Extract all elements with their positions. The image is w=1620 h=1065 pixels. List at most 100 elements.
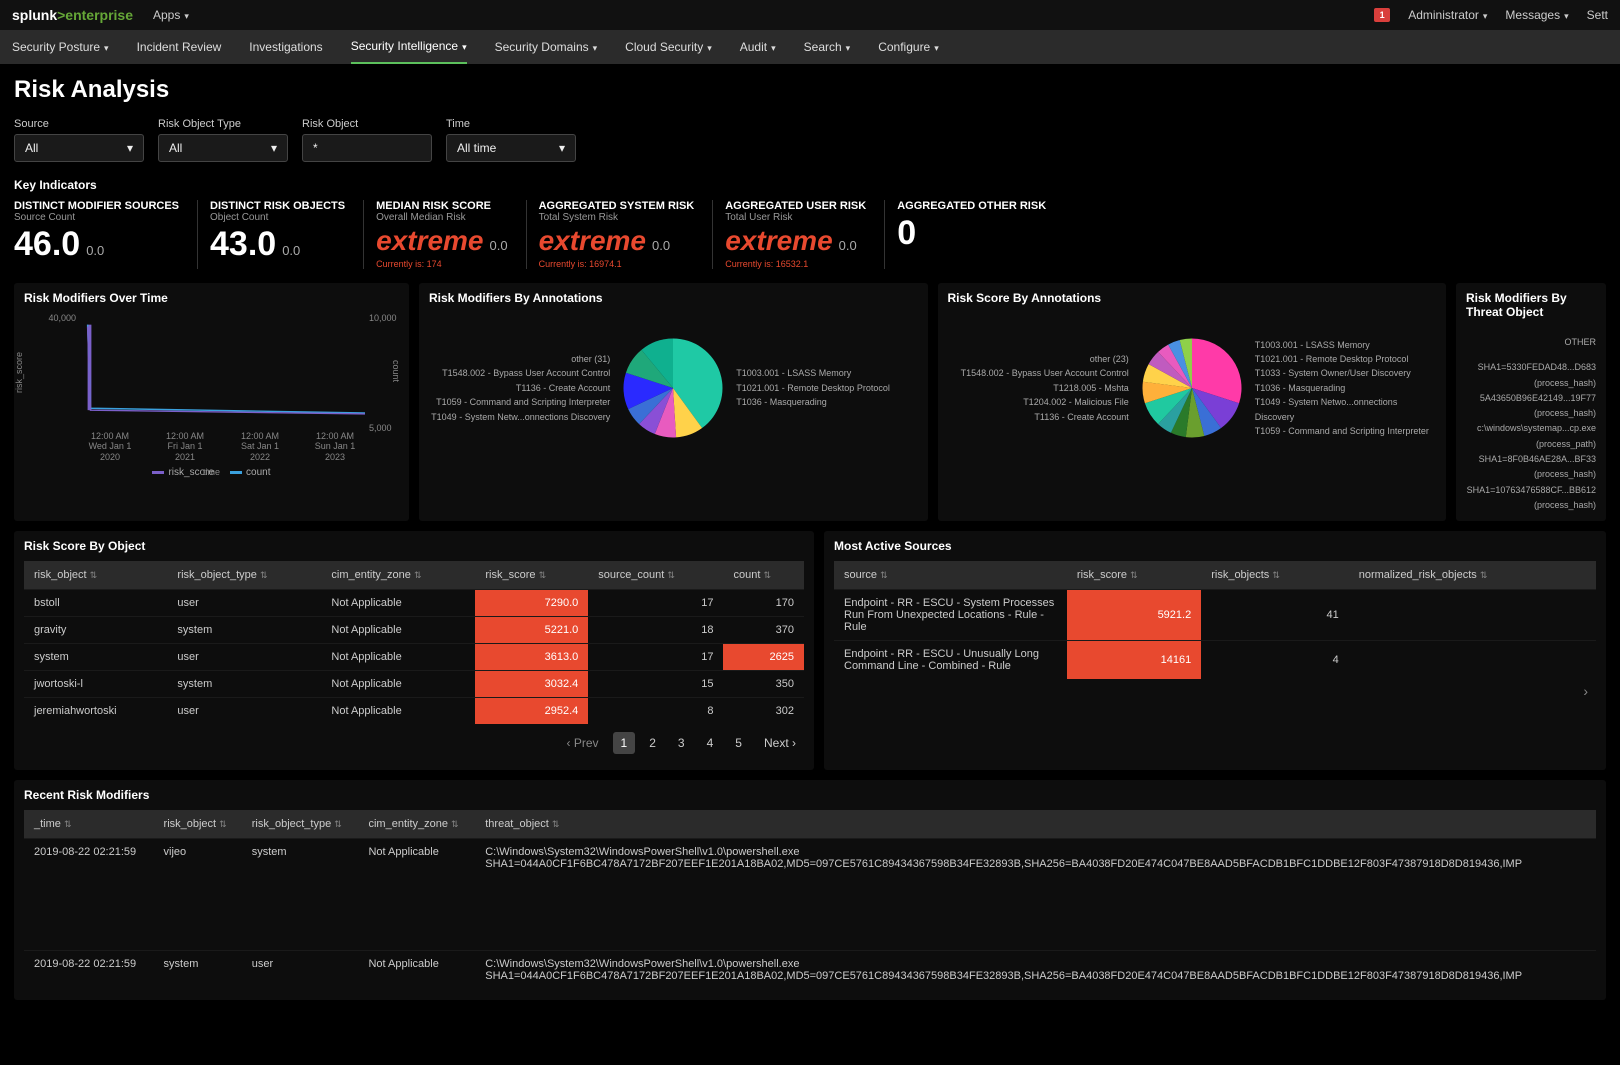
pagination: ‹ Prev 12345 Next › bbox=[24, 724, 804, 762]
logo: splunk>enterprise bbox=[12, 7, 133, 23]
panel-most-active: Most Active Sources source risk_score ri… bbox=[824, 531, 1606, 770]
recent-risk-modifiers-table[interactable]: _time risk_object risk_object_type cim_e… bbox=[24, 810, 1596, 992]
prev-button[interactable]: ‹ Prev bbox=[559, 732, 607, 754]
most-active-table[interactable]: source risk_score risk_objects normalize… bbox=[834, 561, 1596, 679]
column-header[interactable]: _time bbox=[24, 810, 154, 839]
sort-icon[interactable] bbox=[880, 569, 888, 581]
table-row[interactable]: gravitysystemNot Applicable5221.018370 bbox=[24, 617, 804, 644]
alert-badge[interactable]: 1 bbox=[1374, 8, 1390, 22]
nav-incident-review[interactable]: Incident Review bbox=[137, 31, 222, 63]
column-header[interactable]: source bbox=[834, 561, 1067, 590]
threat-item: SHA1=5330FEDAD48...D683 (process_hash) bbox=[1466, 360, 1596, 391]
sort-icon[interactable] bbox=[451, 818, 459, 830]
panel-title: Recent Risk Modifiers bbox=[24, 788, 1596, 802]
nav-bar: Security Posture Incident Review Investiga… bbox=[0, 30, 1620, 64]
sort-icon[interactable] bbox=[1272, 569, 1280, 581]
filter-time-dropdown[interactable]: All time▾ bbox=[446, 134, 576, 162]
sort-icon[interactable] bbox=[667, 569, 675, 581]
administrator-menu[interactable]: Administrator bbox=[1408, 8, 1487, 22]
table-row[interactable]: Endpoint - RR - ESCU - Unusually Long Co… bbox=[834, 641, 1596, 680]
pie-label: T1059 - Command and Scripting Interprete… bbox=[1255, 424, 1436, 438]
x-axis-label: time bbox=[203, 467, 220, 477]
nav-audit[interactable]: Audit bbox=[740, 31, 776, 63]
column-header[interactable]: threat_object bbox=[475, 810, 1596, 839]
sort-icon[interactable] bbox=[64, 818, 72, 830]
page-1[interactable]: 1 bbox=[613, 732, 636, 754]
panel-title: Risk Modifiers Over Time bbox=[24, 291, 399, 305]
settings-menu[interactable]: Sett bbox=[1587, 8, 1608, 22]
sort-icon[interactable] bbox=[1480, 569, 1488, 581]
page-3[interactable]: 3 bbox=[670, 732, 693, 754]
messages-menu[interactable]: Messages bbox=[1505, 8, 1568, 22]
score-by-object-table[interactable]: risk_object risk_object_type cim_entity_… bbox=[24, 561, 804, 724]
sort-icon[interactable] bbox=[552, 818, 560, 830]
next-button[interactable]: Next › bbox=[756, 732, 804, 754]
chevron-down-icon: ▾ bbox=[271, 141, 277, 155]
sort-icon[interactable] bbox=[334, 818, 342, 830]
pie-label: T1003.001 - LSASS Memory bbox=[1255, 338, 1436, 352]
pie-label: T1049 - System Netwo...onnections Discov… bbox=[1255, 395, 1436, 424]
sort-icon[interactable] bbox=[90, 569, 98, 581]
threat-item: SHA1=8F0B46AE28A...BF33 (process_hash) bbox=[1466, 452, 1596, 483]
filter-source-dropdown[interactable]: All▾ bbox=[14, 134, 144, 162]
kpi-card: AGGREGATED USER RISK Total User Risk ext… bbox=[712, 200, 884, 269]
page-5[interactable]: 5 bbox=[727, 732, 750, 754]
pie-label: T1136 - Create Account bbox=[948, 410, 1129, 424]
column-header[interactable]: risk_object_type bbox=[242, 810, 359, 839]
panel-title: Risk Score By Object bbox=[24, 539, 804, 553]
column-header[interactable]: cim_entity_zone bbox=[321, 561, 475, 590]
sort-icon[interactable] bbox=[1130, 569, 1138, 581]
nav-security-intelligence[interactable]: Security Intelligence bbox=[351, 30, 467, 64]
column-header[interactable]: source_count bbox=[588, 561, 723, 590]
table-row[interactable]: jwortoski-lsystemNot Applicable3032.4153… bbox=[24, 671, 804, 698]
kpi-delta: 0.0 bbox=[652, 238, 670, 253]
pie-chart[interactable] bbox=[1137, 333, 1247, 443]
nav-security-domains[interactable]: Security Domains bbox=[495, 31, 598, 63]
pie-label: other (23) bbox=[948, 352, 1129, 366]
apps-menu[interactable]: Apps bbox=[153, 8, 189, 22]
table-row[interactable]: 2019-08-22 02:21:59vijeosystemNot Applic… bbox=[24, 839, 1596, 951]
panel-title: Most Active Sources bbox=[834, 539, 1596, 553]
column-header[interactable]: count bbox=[723, 561, 804, 590]
column-header[interactable]: cim_entity_zone bbox=[358, 810, 475, 839]
column-header[interactable]: risk_objects bbox=[1201, 561, 1349, 590]
page-4[interactable]: 4 bbox=[699, 732, 722, 754]
threat-other-label: OTHER bbox=[1466, 335, 1596, 350]
table-row[interactable]: bstolluserNot Applicable7290.017170 bbox=[24, 590, 804, 617]
nav-cloud-security[interactable]: Cloud Security bbox=[625, 31, 712, 63]
panel-title: Risk Score By Annotations bbox=[948, 291, 1437, 305]
threat-item: SHA1=10763476588CF...BB612 (process_hash… bbox=[1466, 483, 1596, 514]
filter-risk-object-type-dropdown[interactable]: All▾ bbox=[158, 134, 288, 162]
table-row[interactable]: jeremiahwortoskiuserNot Applicable2952.4… bbox=[24, 698, 804, 725]
column-header[interactable]: risk_object bbox=[154, 810, 242, 839]
scroll-right-icon[interactable]: › bbox=[834, 679, 1596, 703]
nav-search[interactable]: Search bbox=[804, 31, 851, 63]
sort-icon[interactable] bbox=[414, 569, 422, 581]
column-header[interactable]: risk_score bbox=[1067, 561, 1201, 590]
column-header[interactable]: risk_object_type bbox=[167, 561, 321, 590]
sort-icon[interactable] bbox=[219, 818, 227, 830]
page-2[interactable]: 2 bbox=[641, 732, 664, 754]
x-tick: 12:00 AMSat Jan 12022 bbox=[230, 431, 290, 463]
nav-configure[interactable]: Configure bbox=[878, 31, 939, 63]
kpi-value: extreme bbox=[725, 225, 832, 256]
sort-icon[interactable] bbox=[539, 569, 547, 581]
table-row[interactable]: Endpoint - RR - ESCU - System Processes … bbox=[834, 590, 1596, 641]
sort-icon[interactable] bbox=[763, 569, 771, 581]
table-row[interactable]: 2019-08-22 02:21:59systemuserNot Applica… bbox=[24, 951, 1596, 993]
kpi-delta: 0.0 bbox=[282, 243, 300, 258]
kpi-subtitle: Source Count bbox=[14, 212, 179, 223]
line-chart[interactable]: risk_score count 40,000 10,0005,000 12:0… bbox=[24, 313, 399, 463]
column-header[interactable]: risk_score bbox=[475, 561, 588, 590]
column-header[interactable]: normalized_risk_objects bbox=[1349, 561, 1596, 590]
sort-icon[interactable] bbox=[260, 569, 268, 581]
filter-risk-object-input[interactable]: * bbox=[302, 134, 432, 162]
column-header[interactable]: risk_object bbox=[24, 561, 167, 590]
kpi-subtitle: Overall Median Risk bbox=[376, 212, 507, 223]
kpi-value: 46.0 bbox=[14, 225, 80, 264]
pie-chart[interactable] bbox=[618, 333, 728, 443]
filter-row: Source All▾ Risk Object Type All▾ Risk O… bbox=[14, 118, 1606, 162]
nav-security-posture[interactable]: Security Posture bbox=[12, 31, 109, 63]
nav-investigations[interactable]: Investigations bbox=[249, 31, 322, 63]
table-row[interactable]: systemuserNot Applicable3613.0172625 bbox=[24, 644, 804, 671]
